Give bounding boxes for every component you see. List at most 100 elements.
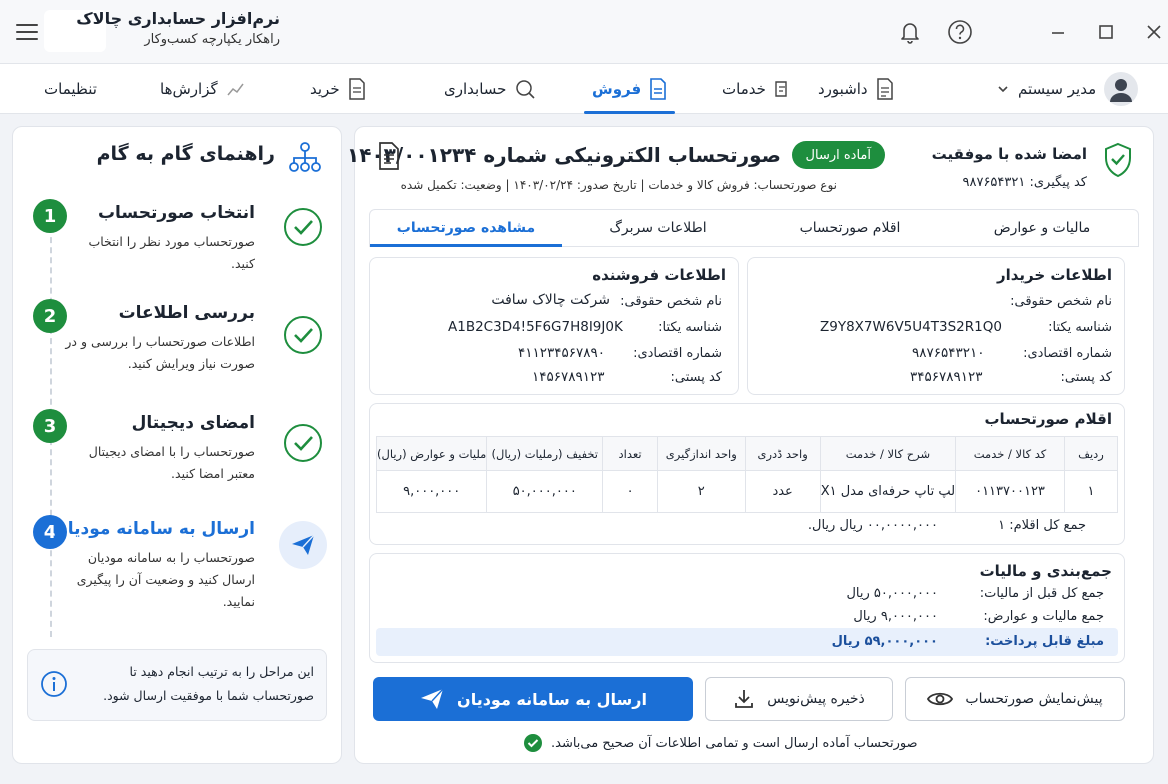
step-guide-panel: راهنمای گام به گام 1 انتخاب صورتحساب صور… <box>12 126 342 764</box>
items-total-label: جمع کل اقلام: ۱ <box>998 518 1086 533</box>
column-header: کد کالا / خدمت <box>955 436 1065 471</box>
sitemap-icon <box>287 139 323 175</box>
seller-postal-value: ۱۴۵۶۷۸۹۱۲۳ <box>532 369 605 385</box>
sales-icon <box>649 78 667 100</box>
nav-label: تنظیمات <box>44 80 97 98</box>
user-name: مدیر سیستم <box>1018 80 1097 98</box>
button-label: پیش‌نمایش صورتحساب <box>965 691 1103 707</box>
payable-row: مبلغ قابل پرداخت: ۵۹,۰۰۰,۰۰۰ ریال <box>376 628 1118 656</box>
column-header: شرح کالا / خدمت <box>819 436 957 471</box>
send-icon <box>279 521 327 569</box>
table-cell: ۰۱۱۳۷۰۰۱۲۳ <box>955 470 1065 513</box>
invoice-items-card: اقلام صورتحساب ردیف کد کالا / خدمت شرح ک… <box>369 403 1125 545</box>
maximize-icon[interactable] <box>1084 10 1128 54</box>
user-menu[interactable]: مدیر سیستم <box>996 70 1139 108</box>
table-cell: ۱ <box>1063 470 1119 513</box>
eye-icon <box>927 690 954 708</box>
title-bar: نرم‌افزار حسابداری چالاک راهکار یکپارچه … <box>0 0 1168 64</box>
table-row: ۱ ۰۱۱۳۷۰۰۱۲۳ لپ تاپ حرفه‌ای مدل X۱ عدد ۲… <box>375 470 1119 513</box>
nav-settings[interactable]: تنظیمات <box>44 64 97 114</box>
seller-title: اطلاعات فروشنده <box>592 266 726 284</box>
app-name: نرم‌افزار حسابداری چالاک <box>76 9 280 28</box>
buyer-econ-value: ۹۸۷۶۵۴۳۲۱۰ <box>912 345 985 361</box>
title-actions <box>892 14 978 50</box>
send-icon <box>419 687 445 711</box>
guide-title: راهنمای گام به گام <box>96 143 275 165</box>
nav-services[interactable]: خدمات <box>722 64 790 114</box>
dashboard-icon <box>876 78 894 100</box>
help-icon[interactable] <box>942 14 978 50</box>
download-icon <box>733 688 755 710</box>
check-circle-icon <box>523 733 543 753</box>
tax-label: جمع مالیات و عوارض: <box>983 609 1104 624</box>
window-controls <box>1032 10 1168 54</box>
seller-postal-label: کد پستی: <box>670 370 723 385</box>
invoice-panel: امضا شده با موفقیت کد پیگیری: ۹۸۷۶۵۴۳۲۱ … <box>347 126 1154 764</box>
services-icon <box>774 80 790 98</box>
column-header: تخفیف (رملیات (ریال) <box>486 436 604 471</box>
main-nav: مدیر سیستم داشبورد خدمات فروش حسابداری خ… <box>0 64 1168 114</box>
column-header: ردیف <box>1063 436 1119 471</box>
nav-label: حسابداری <box>444 80 507 98</box>
step-title: ارسال به سامانه مودیان <box>53 519 255 539</box>
buyer-postal-value: ۳۴۵۶۷۸۹۱۲۳ <box>910 369 983 385</box>
tab-items[interactable]: اقلام صورتحساب <box>754 210 946 246</box>
tab-view-invoice[interactable]: مشاهده صورتحساب <box>370 210 562 247</box>
send-to-tax-system-button[interactable]: ارسال به سامانه مودیان <box>373 677 693 721</box>
step-number: 3 <box>33 409 67 443</box>
step-description: اطلاعات صورتحساب را بررسی و در صورت نیاز… <box>65 334 255 371</box>
tab-header-info[interactable]: اطلاعات سربرگ <box>562 210 754 246</box>
items-title: اقلام صورتحساب <box>984 410 1112 428</box>
items-table: ردیف کد کالا / خدمت شرح کالا / خدمت واحد… <box>375 436 1119 513</box>
seller-econ-label: شماره اقتصادی: <box>633 346 722 361</box>
minimize-icon[interactable] <box>1036 10 1080 54</box>
payable-label: مبلغ قابل پرداخت: <box>985 634 1104 649</box>
buyer-id-label: شناسه یکتا: <box>1048 320 1112 335</box>
buyer-econ-label: شماره اقتصادی: <box>1023 346 1112 361</box>
signed-status: امضا شده با موفقیت <box>931 145 1087 163</box>
buyer-postal-label: کد پستی: <box>1060 370 1113 385</box>
column-header: تعداد <box>602 436 659 471</box>
bell-icon[interactable] <box>892 14 928 50</box>
nav-reports[interactable]: گزارش‌ها <box>160 64 246 114</box>
table-cell: ۵۰,۰۰۰,۰۰۰ <box>486 470 604 513</box>
summary-title: جمع‌بندی و مالیات <box>979 562 1112 580</box>
nav-label: فروش <box>592 80 642 98</box>
close-icon[interactable] <box>1132 10 1168 54</box>
table-cell: ۰ <box>602 470 659 513</box>
step-title: بررسی اطلاعات <box>118 303 255 323</box>
nav-label: خرید <box>310 80 340 98</box>
step-title: امضای دیجیتال <box>131 413 255 433</box>
buyer-id-value: Z9Y8X7W6V5U4T3S2R1Q0 <box>820 319 1002 335</box>
table-header-row: ردیف کد کالا / خدمت شرح کالا / خدمت واحد… <box>375 436 1119 471</box>
nav-sales[interactable]: فروش <box>583 64 676 114</box>
button-label: ذخیره پیش‌نویس <box>767 691 865 707</box>
summary-card: جمع‌بندی و مالیات جمع کل قبل از مالیات: … <box>369 553 1125 663</box>
buyer-info-card: اطلاعات خریدار نام شخص حقوقی: شناسه یکتا… <box>747 257 1125 395</box>
tab-tax[interactable]: مالیات و عوارض <box>946 210 1138 246</box>
invoice-tabs: مالیات و عوارض اقلام صورتحساب اطلاعات سر… <box>369 209 1139 247</box>
invoice-title: صورتحساب الکترونیکی شماره ۱۴۰۳/۰۰۱۲۳۴ <box>346 143 781 167</box>
note-text: این مراحل را به ترتیب انجام دهید تا صورت… <box>103 664 314 703</box>
step-description: صورتحساب را به سامانه مودیان ارسال کنید … <box>76 550 255 609</box>
seller-name-value: شرکت چالاک سافت <box>491 292 610 308</box>
accounting-icon <box>514 78 536 100</box>
menu-icon[interactable] <box>12 18 42 46</box>
payable-value: ۵۹,۰۰۰,۰۰۰ ریال <box>831 634 938 649</box>
step-number: 2 <box>33 299 67 333</box>
seller-econ-value: ۴۱۱۲۳۴۵۶۷۸۹۰ <box>518 345 606 361</box>
nav-dashboard[interactable]: داشبورد <box>818 64 894 114</box>
check-circle-icon <box>283 423 323 463</box>
seller-id-label: شناسه یکتا: <box>658 320 722 335</box>
column-header: واحد اندازگیری <box>657 436 746 471</box>
preview-invoice-button[interactable]: پیش‌نمایش صورتحساب <box>905 677 1125 721</box>
save-draft-button[interactable]: ذخیره پیش‌نویس <box>705 677 893 721</box>
nav-purchase[interactable]: خرید <box>310 64 366 114</box>
button-label: ارسال به سامانه مودیان <box>457 689 647 709</box>
invoice-meta: نوع صورتحساب: فروش کالا و خدمات | تاریخ … <box>400 178 837 192</box>
app-subtitle: راهکار یکپارچه کسب‌وکار <box>144 32 280 47</box>
nav-accounting[interactable]: حسابداری <box>444 64 536 114</box>
before-tax-label: جمع کل قبل از مالیات: <box>979 586 1104 601</box>
table-cell: ۹,۰۰۰,۰۰۰ <box>375 470 488 513</box>
step-number: 1 <box>33 199 67 233</box>
